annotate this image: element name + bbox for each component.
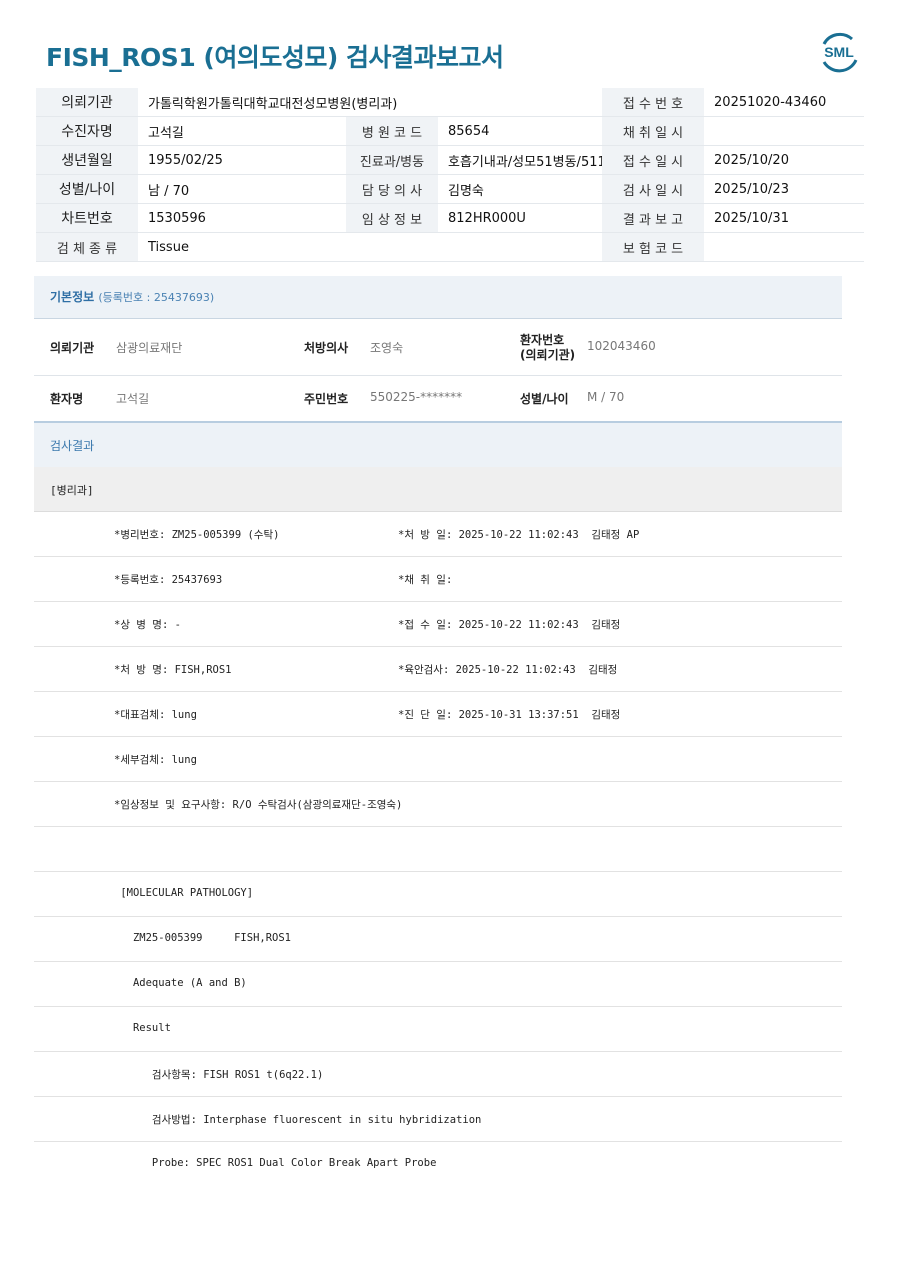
basic-info-header: 기본정보 (등록번호 : 25437693) (34, 276, 842, 319)
result-text: *임상정보 및 요구사항: R/O 수탁검사(삼광의료재단-조영숙) (114, 799, 403, 811)
field-value: 고석길 (116, 392, 150, 406)
department-header: [병리과] (34, 467, 842, 512)
field-label: 환자명 (50, 392, 84, 406)
field-label: 의뢰기관 (50, 341, 95, 355)
info-value: 1955/02/25 (138, 145, 346, 175)
registration-number: (등록번호 : 25437693) (98, 291, 215, 304)
result-text: *상 병 명: - (114, 619, 181, 631)
result-text: [MOLECULAR PATHOLOGY] (114, 887, 254, 899)
info-value: 812HR000U (438, 203, 603, 233)
result-section-header: 검사결과 (34, 421, 842, 468)
result-text: ZM25-005399 FISH,ROS1 (114, 932, 292, 944)
info-label: 접 수 번 호 (602, 88, 705, 117)
field-label: (의뢰기관) (520, 348, 576, 362)
basic-info-title: 기본정보 (등록번호 : 25437693) (50, 290, 215, 304)
info-value: 2025/10/23 (704, 174, 865, 204)
result-line: *임상정보 및 요구사항: R/O 수탁검사(삼광의료재단-조영숙) (34, 782, 842, 827)
result-line: *대표검체: lung *진 단 일: 2025-10-31 13:37:51 김… (34, 692, 842, 737)
info-label: 병 원 코 드 (346, 116, 438, 146)
result-text: 검사방법: Interphase fluorescent in situ hyb… (114, 1114, 482, 1126)
result-text: *등록번호: 25437693 (114, 574, 223, 586)
department-label: [병리과] (50, 484, 94, 497)
result-text-right: *진 단 일: 2025-10-31 13:37:51 김태정 (398, 709, 621, 721)
result-text: Probe: SPEC ROS1 Dual Color Break Apart … (114, 1157, 437, 1169)
basic-info-row: 환자명 고석길 주민번호 550225-******* 성별/나이 M / 70 (34, 376, 842, 420)
field-label: 성별/나이 (520, 392, 569, 406)
info-label: 성별/나이 (36, 174, 138, 204)
result-line: ZM25-005399 FISH,ROS1 (34, 917, 842, 962)
result-line: *병리번호: ZM25-005399 (수탁) *처 방 일: 2025-10-2… (34, 512, 842, 557)
info-value: 남 / 70 (138, 174, 346, 204)
info-label: 담 당 의 사 (346, 174, 438, 204)
info-row: 차트번호 1530596 임 상 정 보 812HR000U 결 과 보 고 2… (36, 203, 865, 233)
info-label: 생년월일 (36, 145, 138, 175)
info-label: 진료과/병동 (346, 145, 438, 175)
info-label: 검 체 종 류 (36, 232, 138, 262)
info-row: 수진자명 고석길 병 원 코 드 85654 채 취 일 시 (36, 116, 865, 146)
result-line: *세부검체: lung (34, 737, 842, 782)
result-text: Result (114, 1022, 171, 1034)
result-line: 검사항목: FISH ROS1 t(6q22.1) (34, 1052, 842, 1097)
patient-info-table: 의뢰기관 가톨릭학원가톨릭대학교대전성모병원(병리과) 접 수 번 호 2025… (36, 88, 865, 262)
field-label: 주민번호 (304, 392, 349, 406)
result-section-title: 검사결과 (50, 439, 95, 453)
field-value: 102043460 (587, 339, 656, 353)
result-line: Result (34, 1007, 842, 1052)
result-text: Adequate (A and B) (114, 977, 247, 989)
result-text-right: *채 취 일: (398, 574, 453, 586)
result-line (34, 827, 842, 872)
logo-text: SML (824, 44, 854, 60)
result-text-right: *육안검사: 2025-10-22 11:02:43 김태정 (398, 664, 618, 676)
info-row: 의뢰기관 가톨릭학원가톨릭대학교대전성모병원(병리과) 접 수 번 호 2025… (36, 88, 865, 117)
info-value: 2025/10/31 (704, 203, 865, 233)
result-text-right: *처 방 일: 2025-10-22 11:02:43 김태정 AP (398, 529, 640, 541)
result-text: *대표검체: lung (114, 709, 197, 721)
info-value (704, 116, 865, 146)
sml-logo: SML (822, 32, 858, 73)
result-line: 검사방법: Interphase fluorescent in situ hyb… (34, 1097, 842, 1142)
info-row: 검 체 종 류 Tissue 보 험 코 드 (36, 232, 865, 262)
info-row: 생년월일 1955/02/25 진료과/병동 호흡기내과/성모51병동/5115… (36, 145, 865, 175)
result-text: 검사항목: FISH ROS1 t(6q22.1) (114, 1069, 324, 1081)
info-label: 임 상 정 보 (346, 203, 438, 233)
info-value: 고석길 (138, 116, 346, 146)
result-text: *병리번호: ZM25-005399 (수탁) (114, 529, 280, 541)
info-label: 검 사 일 시 (602, 174, 705, 204)
info-row: 성별/나이 남 / 70 담 당 의 사 김명숙 검 사 일 시 2025/10… (36, 174, 865, 204)
result-line: *처 방 명: FISH,ROS1 *육안검사: 2025-10-22 11:02… (34, 647, 842, 692)
info-value: 20251020-43460 (704, 88, 865, 117)
info-value: 85654 (438, 116, 603, 146)
result-line: Adequate (A and B) (34, 962, 842, 1007)
info-label: 접 수 일 시 (602, 145, 705, 175)
info-value: 1530596 (138, 203, 346, 233)
info-value: 김명숙 (438, 174, 603, 204)
info-label: 보 험 코 드 (602, 232, 705, 262)
info-label: 차트번호 (36, 203, 138, 233)
report-title: FISH_ROS1 (여의도성모) 검사결과보고서 (46, 43, 504, 72)
info-value: 호흡기내과/성모51병동/5115 (438, 145, 603, 175)
info-label: 채 취 일 시 (602, 116, 705, 146)
result-line: *상 병 명: - *접 수 일: 2025-10-22 11:02:43 김태정 (34, 602, 842, 647)
field-label: 처방의사 (304, 341, 349, 355)
result-line: [MOLECULAR PATHOLOGY] (34, 872, 842, 917)
info-value: Tissue (138, 232, 603, 262)
result-text-right: *접 수 일: 2025-10-22 11:02:43 김태정 (398, 619, 621, 631)
info-value: 2025/10/20 (704, 145, 865, 175)
field-value: M / 70 (587, 390, 625, 404)
info-label: 수진자명 (36, 116, 138, 146)
field-value: 삼광의료재단 (116, 341, 183, 355)
result-line: Probe: SPEC ROS1 Dual Color Break Apart … (34, 1142, 842, 1186)
basic-info-row: 의뢰기관 삼광의료재단 처방의사 조영숙 환자번호 (의뢰기관) 1020434… (34, 318, 842, 376)
info-value (704, 232, 865, 262)
field-value: 550225-******* (370, 390, 463, 404)
result-line: *등록번호: 25437693 *채 취 일: (34, 557, 842, 602)
field-value: 조영숙 (370, 341, 404, 355)
info-value: 가톨릭학원가톨릭대학교대전성모병원(병리과) (138, 88, 603, 117)
result-text: *세부검체: lung (114, 754, 197, 766)
info-label: 결 과 보 고 (602, 203, 705, 233)
result-text: *처 방 명: FISH,ROS1 (114, 664, 232, 676)
info-label: 의뢰기관 (36, 88, 138, 117)
